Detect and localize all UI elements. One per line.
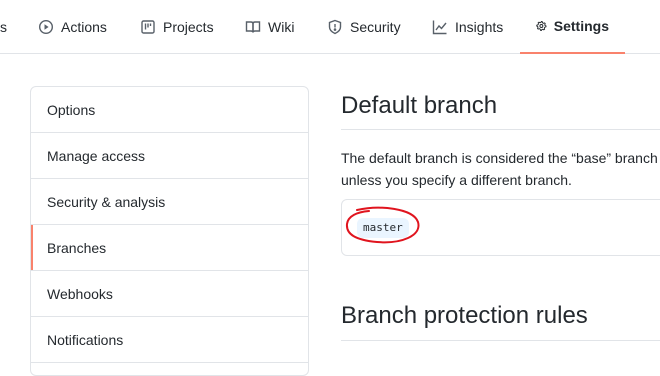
menu-item-manage-access[interactable]: Manage access — [31, 133, 308, 179]
tab-insights-label: Insights — [455, 19, 504, 35]
gear-icon — [536, 20, 547, 32]
menu-item-notifications[interactable]: Notifications — [31, 317, 308, 363]
tab-projects[interactable]: Projects — [140, 0, 214, 54]
tab-actions-label: Actions — [61, 19, 107, 35]
branch-protection-heading: Branch protection rules — [341, 302, 588, 329]
heading-divider-2 — [341, 340, 660, 341]
heading-divider — [341, 129, 660, 130]
repo-tab-bar: s Actions Projects Wiki Security Insight… — [0, 0, 660, 54]
default-branch-heading: Default branch — [341, 92, 498, 119]
description-line-1: The default branch is considered the “ba… — [341, 150, 658, 166]
play-icon — [38, 19, 54, 35]
menu-item-webhooks[interactable]: Webhooks — [31, 271, 308, 317]
tab-wiki-label: Wiki — [268, 19, 295, 35]
tab-settings[interactable]: Settings — [520, 0, 625, 54]
tab-projects-label: Projects — [163, 19, 214, 35]
tab-insights[interactable]: Insights — [432, 0, 503, 54]
red-circle-annotation — [345, 206, 420, 244]
project-icon — [141, 20, 155, 34]
tab-partial-label: s — [0, 19, 7, 35]
graph-icon — [432, 20, 447, 35]
menu-item-options[interactable]: Options — [31, 87, 308, 133]
settings-menu: Options Manage access Security & analysi… — [30, 86, 309, 376]
tab-security-label: Security — [350, 19, 401, 35]
menu-item-security-analysis[interactable]: Security & analysis — [31, 179, 308, 225]
tab-wiki[interactable]: Wiki — [245, 0, 294, 54]
tab-partial[interactable]: s — [0, 0, 7, 54]
default-branch-description: The default branch is considered the “ba… — [341, 147, 660, 191]
tab-settings-label: Settings — [553, 18, 609, 34]
description-line-2: unless you specify a different branch. — [341, 172, 572, 188]
tab-security[interactable]: Security — [327, 0, 401, 54]
tab-actions[interactable]: Actions — [38, 0, 107, 54]
shield-icon — [328, 19, 342, 35]
menu-item-branches[interactable]: Branches — [31, 225, 308, 271]
book-icon — [245, 21, 261, 33]
